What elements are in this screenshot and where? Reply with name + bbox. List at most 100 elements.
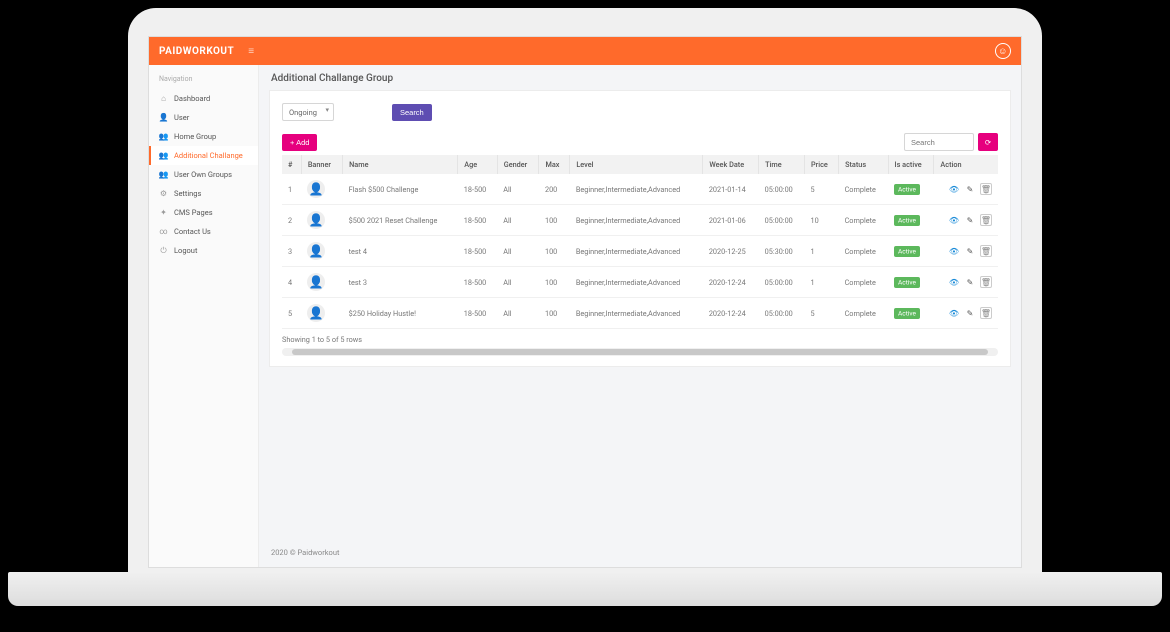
avatar-icon: 👤 [307, 273, 325, 291]
sidebar-item-label: Home Group [174, 132, 216, 141]
cell-action: 👁 ✎ 🗑 [934, 236, 998, 267]
sidebar-item-settings[interactable]: ⚙Settings [149, 184, 258, 203]
column-header[interactable]: Max [539, 155, 570, 174]
active-badge: Active [894, 184, 920, 195]
column-header[interactable]: Is active [888, 155, 934, 174]
cell-index: 4 [282, 267, 301, 298]
edit-icon[interactable]: ✎ [964, 276, 976, 288]
cell-week-date: 2020-12-25 [703, 236, 759, 267]
laptop-base [8, 572, 1162, 606]
status-select[interactable]: Ongoing [282, 103, 334, 121]
column-header[interactable]: # [282, 155, 301, 174]
column-header[interactable]: Name [343, 155, 458, 174]
cell-time: 05:00:00 [759, 298, 805, 329]
sidebar-item-contact-us[interactable]: ∞Contact Us [149, 222, 258, 241]
sidebar-item-user[interactable]: 👤User [149, 108, 258, 127]
avatar-icon: 👤 [307, 180, 325, 198]
search-input[interactable] [904, 133, 974, 151]
cell-week-date: 2021-01-14 [703, 174, 759, 205]
sidebar-item-home-group[interactable]: 👥Home Group [149, 127, 258, 146]
filter-row: Ongoing Search [282, 103, 998, 121]
delete-icon[interactable]: 🗑 [980, 276, 992, 288]
edit-icon[interactable]: ✎ [964, 214, 976, 226]
delete-icon[interactable]: 🗑 [980, 307, 992, 319]
column-header[interactable]: Price [804, 155, 838, 174]
refresh-button[interactable]: ⟳ [978, 133, 998, 151]
sidebar-item-dashboard[interactable]: ⌂Dashboard [149, 89, 258, 108]
column-header[interactable]: Status [839, 155, 888, 174]
cell-week-date: 2020-12-24 [703, 298, 759, 329]
cell-status: Complete [839, 298, 888, 329]
view-icon[interactable]: 👁 [948, 214, 960, 226]
cell-is-active: Active [888, 267, 934, 298]
table-row: 2👤$500 2021 Reset Challenge18-500All100B… [282, 205, 998, 236]
cell-time: 05:00:00 [759, 205, 805, 236]
cell-level: Beginner,Intermediate,Advanced [570, 174, 703, 205]
view-icon[interactable]: 👁 [948, 276, 960, 288]
cell-is-active: Active [888, 174, 934, 205]
nav-title: Navigation [149, 71, 258, 89]
cell-level: Beginner,Intermediate,Advanced [570, 298, 703, 329]
cell-action: 👁 ✎ 🗑 [934, 298, 998, 329]
column-header[interactable]: Banner [301, 155, 342, 174]
avatar-icon: 👤 [307, 304, 325, 322]
cell-price: 1 [804, 236, 838, 267]
sidebar-item-label: User Own Groups [174, 170, 232, 179]
sidebar-item-label: Logout [174, 246, 197, 255]
delete-icon[interactable]: 🗑 [980, 214, 992, 226]
view-icon[interactable]: 👁 [948, 245, 960, 257]
cell-age: 18-500 [458, 174, 497, 205]
sidebar-item-cms-pages[interactable]: ✦CMS Pages [149, 203, 258, 222]
edit-icon[interactable]: ✎ [964, 245, 976, 257]
cell-banner: 👤 [301, 205, 342, 236]
cell-name: Flash $500 Challenge [343, 174, 458, 205]
column-header[interactable]: Time [759, 155, 805, 174]
cell-is-active: Active [888, 298, 934, 329]
sidebar-item-label: Additional Challange [174, 151, 243, 160]
delete-icon[interactable]: 🗑 [980, 183, 992, 195]
cell-week-date: 2021-01-06 [703, 205, 759, 236]
cell-price: 1 [804, 267, 838, 298]
toolbar-row: + Add ⟳ [282, 133, 998, 151]
panel: Ongoing Search + Add ⟳ [269, 90, 1011, 367]
pages-icon: ✦ [159, 208, 168, 217]
cell-status: Complete [839, 236, 888, 267]
column-header[interactable]: Level [570, 155, 703, 174]
active-badge: Active [894, 215, 920, 226]
cell-gender: All [497, 205, 539, 236]
avatar-icon: 👤 [307, 211, 325, 229]
menu-toggle-icon[interactable]: ≡ [248, 46, 254, 57]
column-header[interactable]: Age [458, 155, 497, 174]
cell-status: Complete [839, 174, 888, 205]
cell-action: 👁 ✎ 🗑 [934, 205, 998, 236]
cell-max: 100 [539, 205, 570, 236]
profile-avatar-icon[interactable]: ☺ [995, 43, 1011, 59]
cell-gender: All [497, 298, 539, 329]
horizontal-scrollbar[interactable] [282, 348, 998, 356]
delete-icon[interactable]: 🗑 [980, 245, 992, 257]
status-select-value: Ongoing [289, 108, 317, 117]
column-header[interactable]: Week Date [703, 155, 759, 174]
sidebar-item-user-own-groups[interactable]: 👥User Own Groups [149, 165, 258, 184]
column-header[interactable]: Gender [497, 155, 539, 174]
cell-banner: 👤 [301, 236, 342, 267]
cell-price: 10 [804, 205, 838, 236]
active-badge: Active [894, 246, 920, 257]
view-icon[interactable]: 👁 [948, 183, 960, 195]
cell-index: 5 [282, 298, 301, 329]
cell-action: 👁 ✎ 🗑 [934, 174, 998, 205]
add-button[interactable]: + Add [282, 134, 317, 151]
sidebar-item-additional-challange[interactable]: 👥Additional Challange [149, 146, 258, 165]
gear-icon: ⚙ [159, 189, 168, 198]
edit-icon[interactable]: ✎ [964, 307, 976, 319]
view-icon[interactable]: 👁 [948, 307, 960, 319]
cell-price: 5 [804, 174, 838, 205]
brand: PAIDWORKOUT [159, 46, 234, 57]
cell-banner: 👤 [301, 174, 342, 205]
cell-is-active: Active [888, 236, 934, 267]
edit-icon[interactable]: ✎ [964, 183, 976, 195]
column-header[interactable]: Action [934, 155, 998, 174]
sidebar-item-logout[interactable]: ⏻Logout [149, 241, 258, 260]
add-button-label: Add [296, 138, 309, 147]
search-button[interactable]: Search [392, 104, 432, 121]
